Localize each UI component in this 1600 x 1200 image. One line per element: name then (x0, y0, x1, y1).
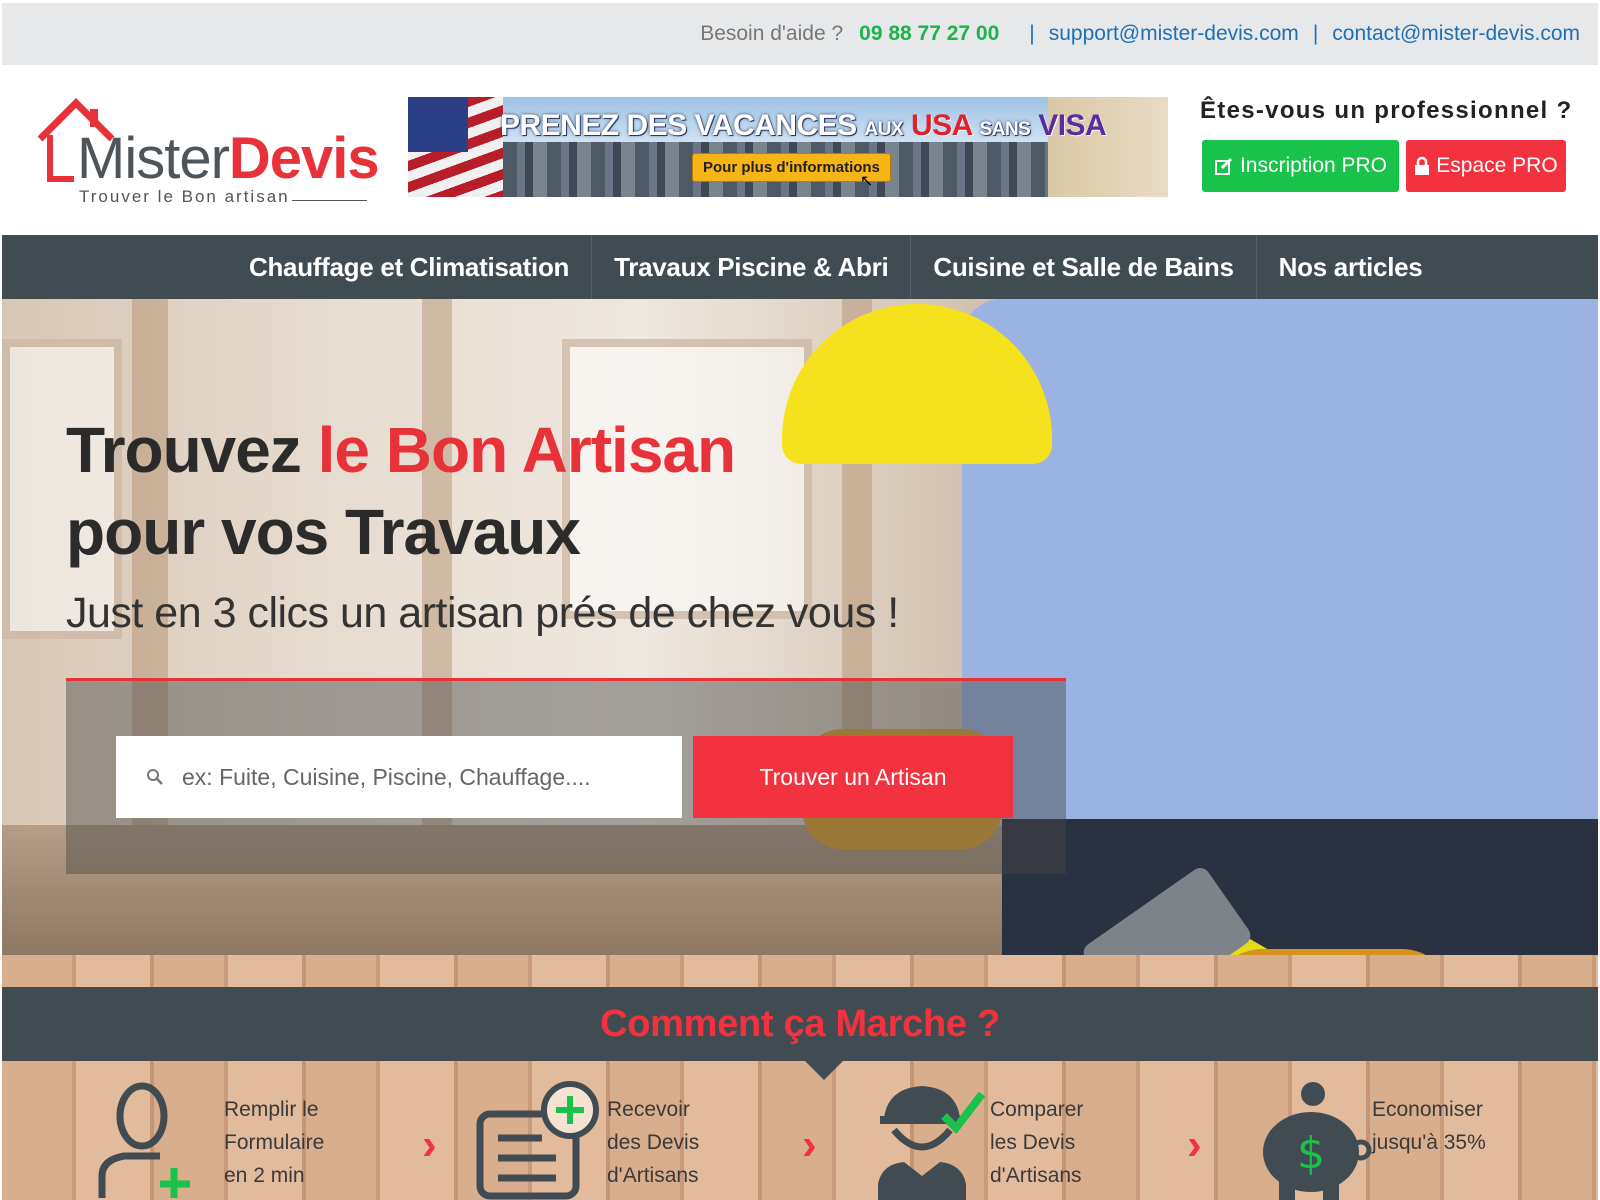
nav-item-piscine[interactable]: Travaux Piscine & Abri (592, 235, 912, 299)
nav-item-cuisine[interactable]: Cuisine et Salle de Bains (911, 235, 1257, 299)
cursor-icon: ↖ (860, 173, 874, 190)
nav-item-chauffage[interactable]: Chauffage et Climatisation (227, 235, 593, 299)
espace-pro-label: Espace PRO (1436, 154, 1558, 177)
banner-headline-sans: SANS (979, 119, 1031, 140)
step-line: d'Artisans (607, 1164, 699, 1187)
pro-question: Êtes-vous un professionnel ? (1200, 97, 1573, 124)
find-artisan-button[interactable]: Trouver un Artisan (693, 736, 1013, 818)
document-add-icon (476, 1081, 599, 1200)
espace-pro-button[interactable]: Espace PRO (1406, 140, 1566, 192)
contact-email-link[interactable]: contact@mister-devis.com (1332, 22, 1580, 46)
hero-subtitle: Just en 3 clics un artisan prés de chez … (66, 589, 899, 637)
inscription-pro-button[interactable]: Inscription PRO (1202, 140, 1399, 192)
support-email-link[interactable]: support@mister-devis.com (1049, 22, 1299, 46)
how-it-works-section: Comment ça Marche ? Remplir le Formulair… (2, 955, 1598, 1200)
svg-text:$: $ (1297, 1128, 1325, 1179)
inscription-pro-label: Inscription PRO (1239, 154, 1388, 177)
chevron-right-icon: › (1187, 1120, 1202, 1169)
logo-devis: Devis (228, 126, 380, 191)
step-line: les Devis (990, 1131, 1076, 1154)
step-line: Formulaire (224, 1131, 325, 1154)
banner-headline-usa: USA (910, 109, 972, 142)
step-line: des Devis (607, 1131, 700, 1154)
help-label: Besoin d'aide ? (700, 22, 844, 45)
step-line: jusqu'à 35% (1372, 1131, 1486, 1154)
banner-headline-visa: VISA (1038, 109, 1107, 142)
step-text: Comparer les Devis d'Artisans (990, 1093, 1083, 1192)
step-line: en 2 min (224, 1164, 305, 1187)
hero-title-highlight: le Bon Artisan (317, 414, 736, 486)
banner-headline: PRENEZ DES VACANCES AUX USA SANS VISA (500, 109, 1107, 143)
logo-underline (292, 200, 367, 201)
logo-tagline: Trouver le Bon artisan (79, 187, 290, 206)
worker-check-icon (878, 1086, 986, 1200)
edit-icon (1214, 157, 1233, 175)
hero-section: Trouvez le Bon Artisan pour vos Travaux … (2, 299, 1598, 955)
step-line: Economiser (1372, 1098, 1483, 1121)
phone-number[interactable]: 09 88 77 27 00 (859, 22, 999, 46)
logo-mister: Mister (77, 126, 230, 191)
banner-headline-text: PRENEZ DES VACANCES (500, 109, 857, 142)
search-icon (147, 769, 163, 785)
lock-icon (1415, 156, 1430, 175)
hero-title-part2: pour vos Travaux (66, 496, 581, 568)
step-line: Remplir le (224, 1098, 319, 1121)
ad-banner[interactable]: PRENEZ DES VACANCES AUX USA SANS VISA Po… (408, 97, 1168, 197)
step-text: Economiser jusqu'à 35% (1372, 1093, 1486, 1159)
step-line: Recevoir (607, 1098, 690, 1121)
nav-item-articles[interactable]: Nos articles (1257, 235, 1445, 299)
separator: | (1312, 22, 1319, 45)
logo-wordmark: MisterDevis (77, 125, 380, 192)
banner-flag-stars (408, 97, 468, 152)
search-placeholder: ex: Fuite, Cuisine, Piscine, Chauffage..… (182, 763, 591, 790)
piggy-bank-icon: $ (1263, 1082, 1372, 1200)
step-text: Recevoir des Devis d'Artisans (607, 1093, 699, 1192)
user-add-icon (98, 1082, 190, 1198)
top-contact-bar: Besoin d'aide ? 09 88 77 27 00 | support… (2, 3, 1598, 65)
separator: | (1029, 22, 1035, 45)
hero-title-part1: Trouvez (66, 414, 318, 486)
worker-toolbelt (1002, 819, 1598, 955)
main-nav: Chauffage et Climatisation Travaux Pisci… (2, 235, 1598, 299)
how-header: Comment ça Marche ? (2, 987, 1598, 1061)
banner-headline-aux: AUX (864, 119, 904, 140)
search-panel: ex: Fuite, Cuisine, Piscine, Chauffage..… (66, 681, 1066, 874)
step-line: d'Artisans (990, 1164, 1082, 1187)
step-text: Remplir le Formulaire en 2 min (224, 1093, 324, 1192)
hero-title: Trouvez le Bon Artisan pour vos Travaux (66, 409, 736, 573)
how-header-notch (804, 1060, 844, 1080)
site-logo[interactable]: MisterDevis Trouver le Bon artisan (32, 95, 380, 215)
how-title: Comment ça Marche ? (600, 1002, 1000, 1045)
search-input[interactable]: ex: Fuite, Cuisine, Piscine, Chauffage..… (116, 736, 682, 818)
chevron-right-icon: › (802, 1120, 817, 1169)
site-header: MisterDevis Trouver le Bon artisan PRENE… (2, 65, 1598, 235)
step-line: Comparer (990, 1098, 1084, 1121)
chevron-right-icon: › (422, 1120, 437, 1169)
